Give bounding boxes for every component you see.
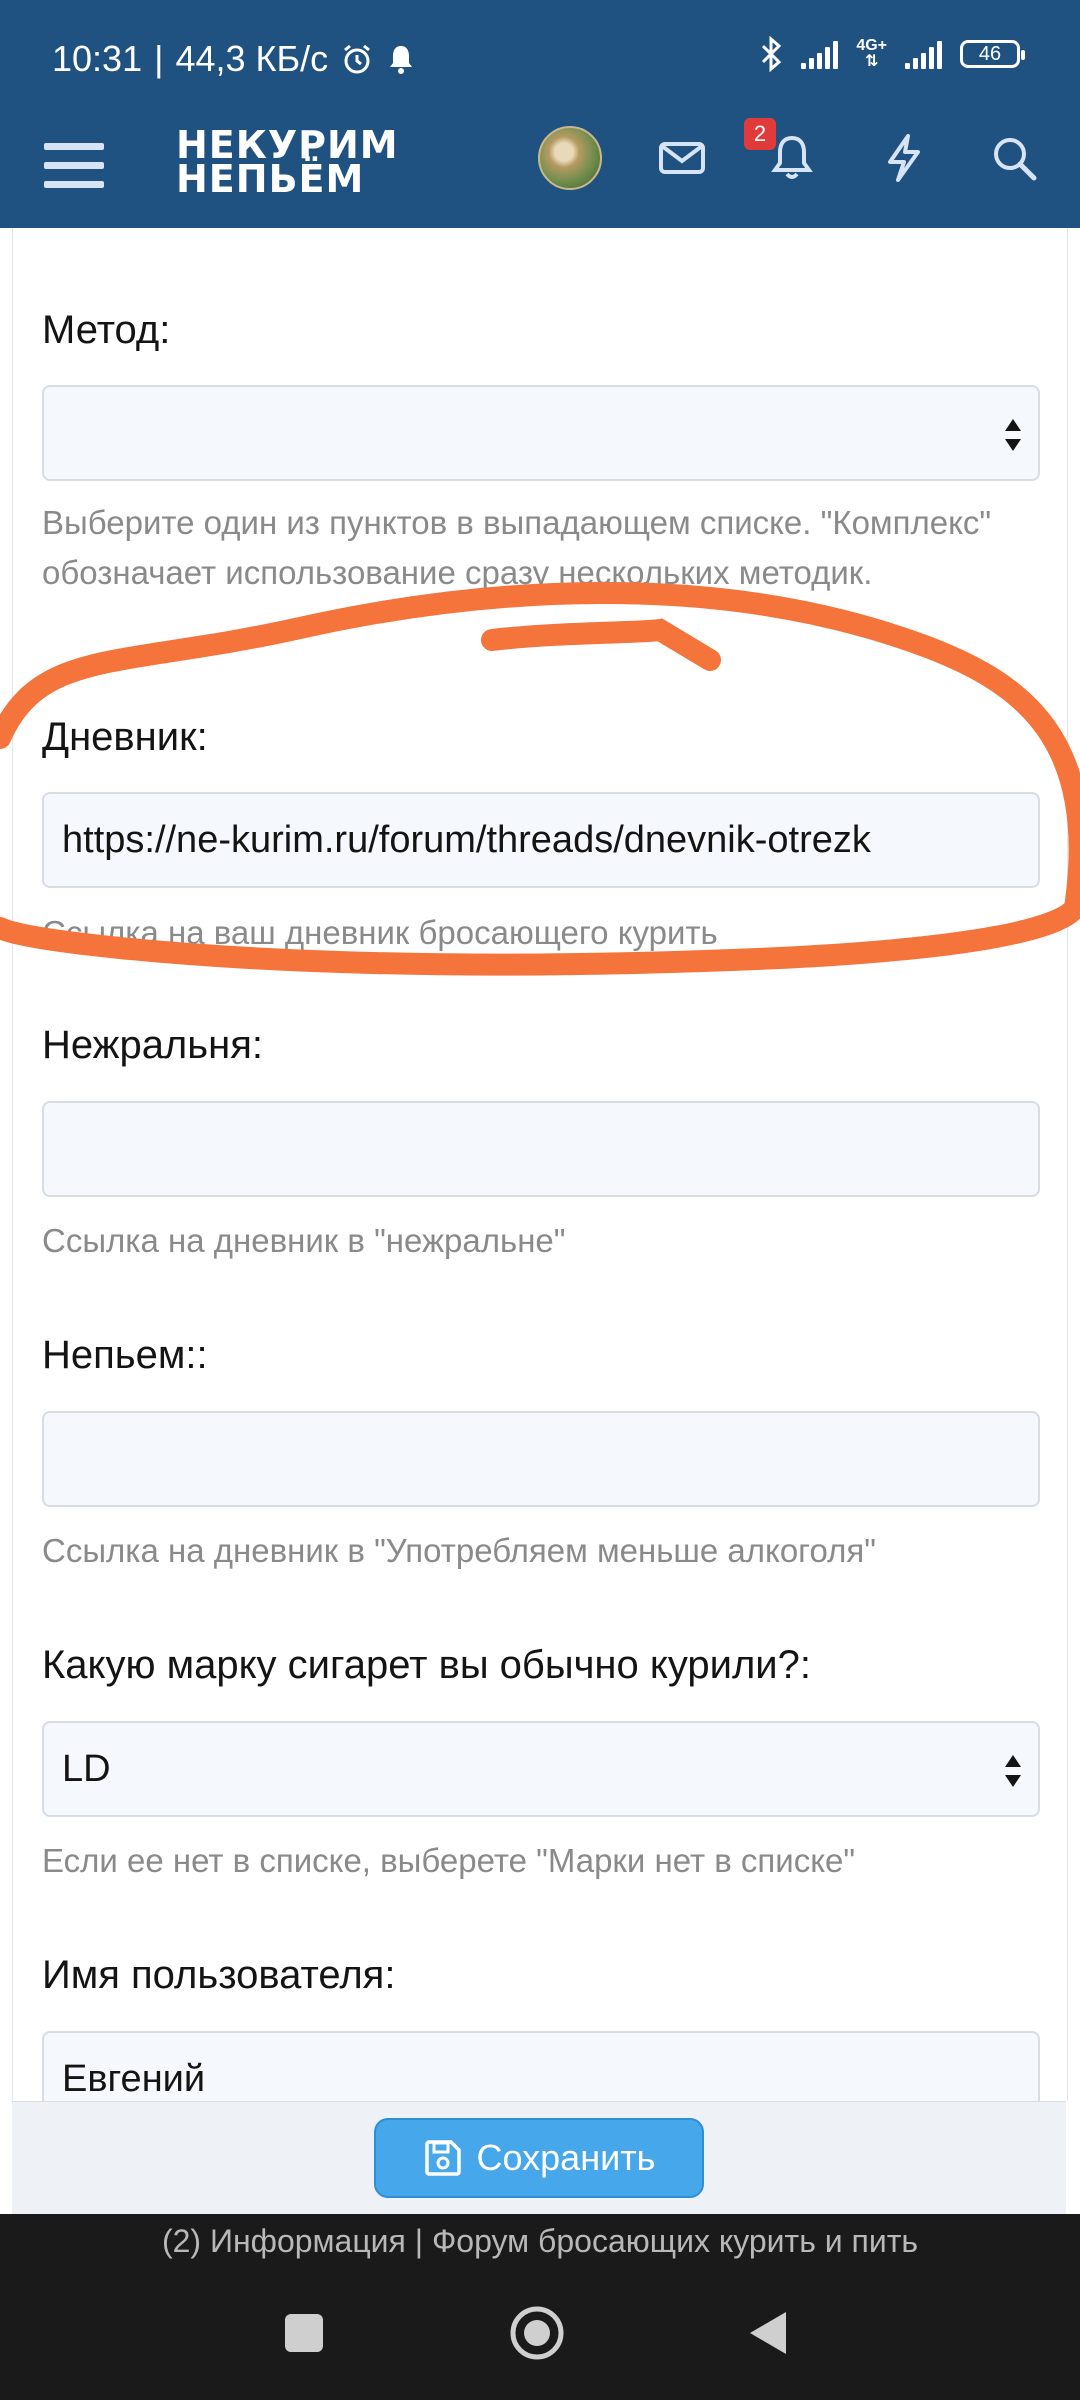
- nezhralnya-input[interactable]: [42, 1101, 1040, 1197]
- site-logo[interactable]: НЕКУРИМ НЕПЬЁМ: [176, 126, 399, 198]
- username-input[interactable]: Евгений: [42, 2031, 1040, 2101]
- back-icon[interactable]: [748, 2310, 788, 2356]
- profile-form: Метод: Выберите один из пунктов в выпада…: [12, 228, 1068, 2101]
- username-label: Имя пользователя:: [42, 1953, 396, 1997]
- nezhralnya-label: Нежральня:: [42, 1023, 263, 1067]
- status-bar: 10:31 | 44,3 КБ/с 4G+ ⇅ 46: [0, 0, 1080, 118]
- signal-strength-2-icon: [905, 39, 942, 69]
- network-speed: 44,3 КБ/с: [175, 38, 329, 79]
- bluetooth-icon: [762, 36, 782, 72]
- diary-hint: Ссылка на ваш дневник бросающего курить: [42, 914, 718, 951]
- select-arrows-icon: [1005, 1755, 1021, 1787]
- nepyem-input[interactable]: [42, 1411, 1040, 1507]
- battery-icon: 46: [960, 40, 1025, 68]
- diary-input[interactable]: https://ne-kurim.ru/forum/threads/dnevni…: [42, 792, 1040, 888]
- alarm-icon: [344, 44, 371, 74]
- method-select[interactable]: [42, 385, 1040, 481]
- save-button[interactable]: Сохранить: [374, 2118, 704, 2198]
- status-left: 10:31 | 44,3 КБ/с: [52, 38, 416, 80]
- cigarette-brand-hint: Если ее нет в списке, выберете "Марки не…: [42, 1842, 856, 1879]
- page-title: (2) Информация | Форум бросающих курить …: [0, 2214, 1080, 2274]
- recent-apps-icon[interactable]: [285, 2314, 323, 2352]
- home-icon[interactable]: [508, 2304, 566, 2362]
- cigarette-brand-label: Какую марку сигарет вы обычно курили?:: [42, 1643, 812, 1687]
- clock: 10:31: [52, 38, 143, 79]
- nepyem-label: Непьем::: [42, 1333, 208, 1377]
- user-avatar[interactable]: [538, 126, 602, 190]
- diary-label: Дневник:: [42, 715, 208, 759]
- battery-level: 46: [978, 42, 1002, 65]
- save-button-label: Сохранить: [476, 2137, 656, 2178]
- signal-strength-1-icon: [801, 39, 839, 69]
- site-header: НЕКУРИМ НЕПЬЁМ 2: [0, 118, 1080, 228]
- save-icon: [424, 2140, 461, 2176]
- search-icon[interactable]: [988, 132, 1040, 184]
- system-navigation-bar: [0, 2274, 1080, 2400]
- method-label: Метод:: [42, 308, 171, 352]
- menu-icon[interactable]: [44, 136, 104, 196]
- status-right: 4G+ ⇅ 46: [759, 36, 1025, 72]
- cigarette-brand-select[interactable]: LD: [42, 1721, 1040, 1817]
- save-bar: Сохранить: [12, 2101, 1066, 2215]
- notification-bell-icon: [390, 46, 413, 74]
- alerts-count-badge: 2: [744, 118, 776, 150]
- mail-icon[interactable]: [656, 132, 708, 184]
- lightning-icon[interactable]: [878, 132, 930, 184]
- method-hint: Выберите один из пунктов в выпадающем сп…: [42, 504, 992, 591]
- nezhralnya-hint: Ссылка на дневник в "нежральне": [42, 1222, 566, 1259]
- nepyem-hint: Ссылка на дневник в "Употребляем меньше …: [42, 1532, 876, 1569]
- select-arrows-icon: [1005, 419, 1021, 451]
- network-type: 4G+ ⇅: [856, 37, 887, 70]
